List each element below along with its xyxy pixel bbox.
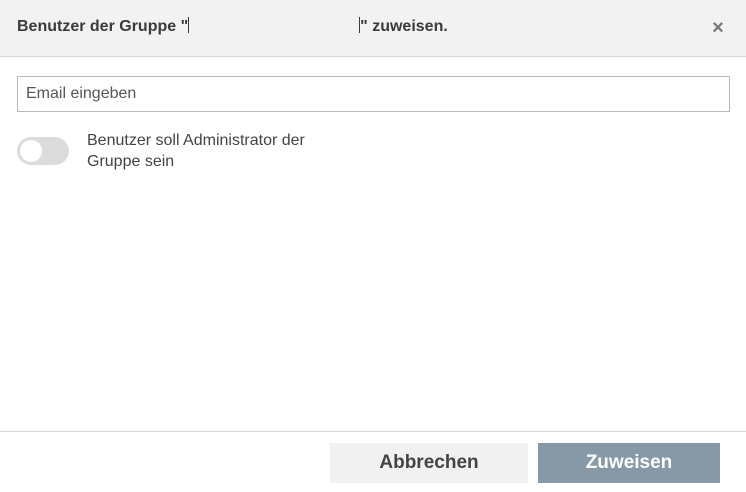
admin-toggle[interactable] xyxy=(17,137,69,165)
redacted-group-name xyxy=(188,17,361,33)
cancel-button[interactable]: Abbrechen xyxy=(330,443,528,483)
toggle-knob xyxy=(20,140,42,162)
assign-button[interactable]: Zuweisen xyxy=(538,443,720,483)
dialog-title-suffix: " zuweisen. xyxy=(360,18,448,35)
dialog-header: Benutzer der Gruppe " " zuweisen. × xyxy=(0,0,746,57)
close-icon[interactable]: × xyxy=(708,17,728,39)
assign-users-dialog: Benutzer der Gruppe " " zuweisen. × Benut… xyxy=(0,0,746,492)
dialog-title: Benutzer der Gruppe " " zuweisen. xyxy=(17,17,448,37)
dialog-title-prefix: Benutzer der Gruppe " xyxy=(17,18,189,35)
admin-toggle-label: Benutzer soll Administrator der Gruppe s… xyxy=(87,132,305,170)
email-input[interactable] xyxy=(17,76,730,112)
